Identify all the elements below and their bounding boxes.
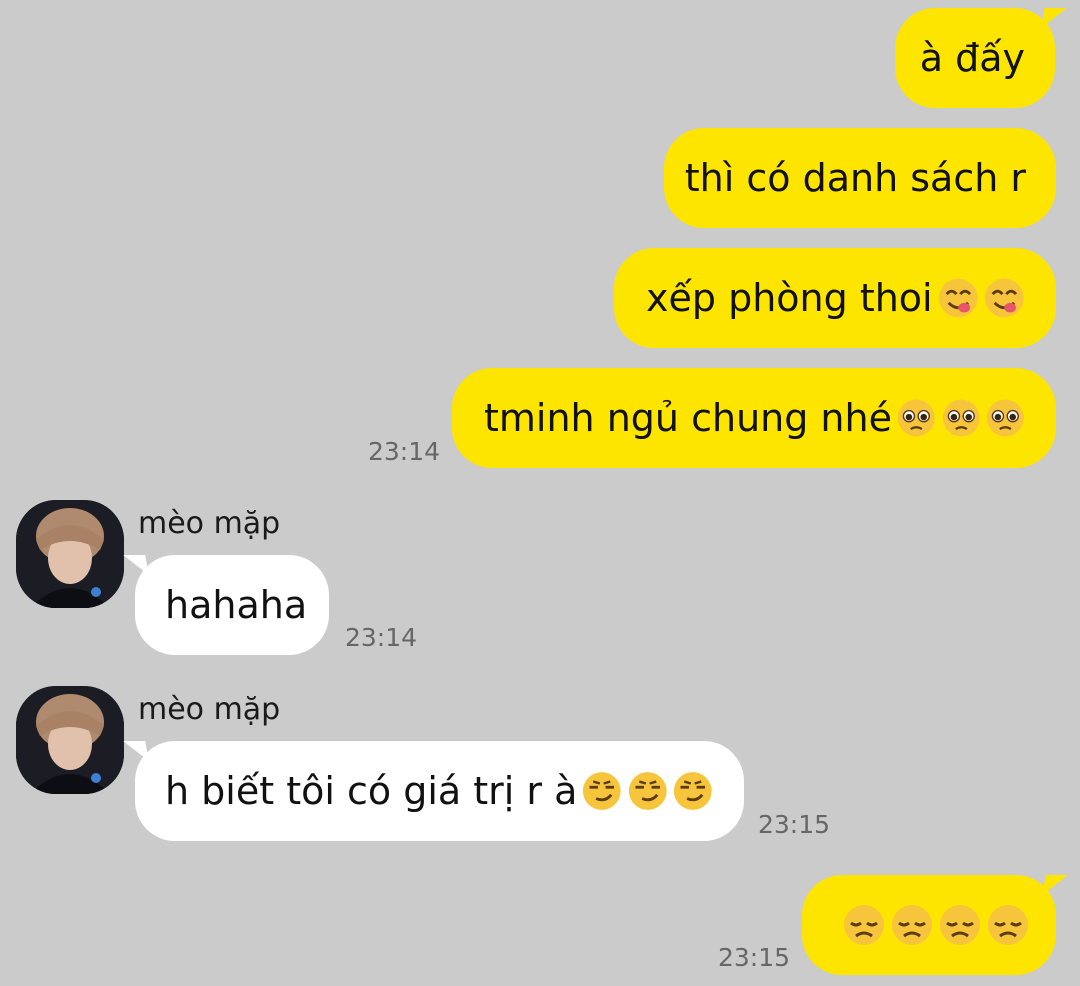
- smirking-face-icon: [674, 772, 713, 810]
- message-timestamp: 23:15: [758, 810, 831, 839]
- message-text: à đấy: [919, 36, 1025, 80]
- message-timestamp: 23:15: [718, 943, 791, 972]
- sender-name: mèo mặp: [138, 692, 281, 727]
- disappointed-face-icon: [892, 905, 932, 945]
- message-bubble-outgoing[interactable]: [802, 875, 1056, 975]
- avatar-photo: [16, 500, 124, 608]
- message-bubble-outgoing[interactable]: thì có danh sách r: [664, 128, 1056, 228]
- message-text: tminh ngủ chung nhé: [484, 396, 892, 440]
- disappointed-face-icon: [988, 905, 1028, 945]
- avatar[interactable]: [16, 500, 124, 608]
- sender-name: mèo mặp: [138, 506, 281, 541]
- pleading-face-icon: [942, 399, 980, 437]
- avatar[interactable]: [16, 686, 124, 794]
- disappointed-face-icon: [940, 905, 980, 945]
- pleading-face-icon: [897, 399, 935, 437]
- message-text: thì có danh sách r: [684, 156, 1026, 200]
- message-timestamp: 23:14: [345, 623, 418, 652]
- smirking-face-icon: [583, 772, 622, 810]
- message-text: h biết tôi có giá trị r à: [165, 769, 578, 813]
- message-bubble-incoming[interactable]: hahaha: [135, 555, 329, 655]
- message-text: hahaha: [165, 583, 308, 627]
- message-bubble-outgoing[interactable]: xếp phòng thoi: [614, 248, 1056, 348]
- message-bubble-incoming[interactable]: h biết tôi có giá trị r à: [135, 741, 744, 841]
- savoring-face-icon: [985, 278, 1025, 318]
- message-text: xếp phòng thoi: [646, 276, 933, 320]
- savoring-face-icon: [938, 278, 978, 318]
- avatar-photo: [16, 686, 124, 794]
- pleading-face-icon: [987, 399, 1025, 437]
- message-timestamp: 23:14: [368, 437, 441, 466]
- disappointed-face-icon: [844, 905, 884, 945]
- message-bubble-outgoing[interactable]: tminh ngủ chung nhé: [452, 368, 1056, 468]
- message-bubble-outgoing[interactable]: à đấy: [895, 8, 1055, 108]
- smirking-face-icon: [628, 772, 667, 810]
